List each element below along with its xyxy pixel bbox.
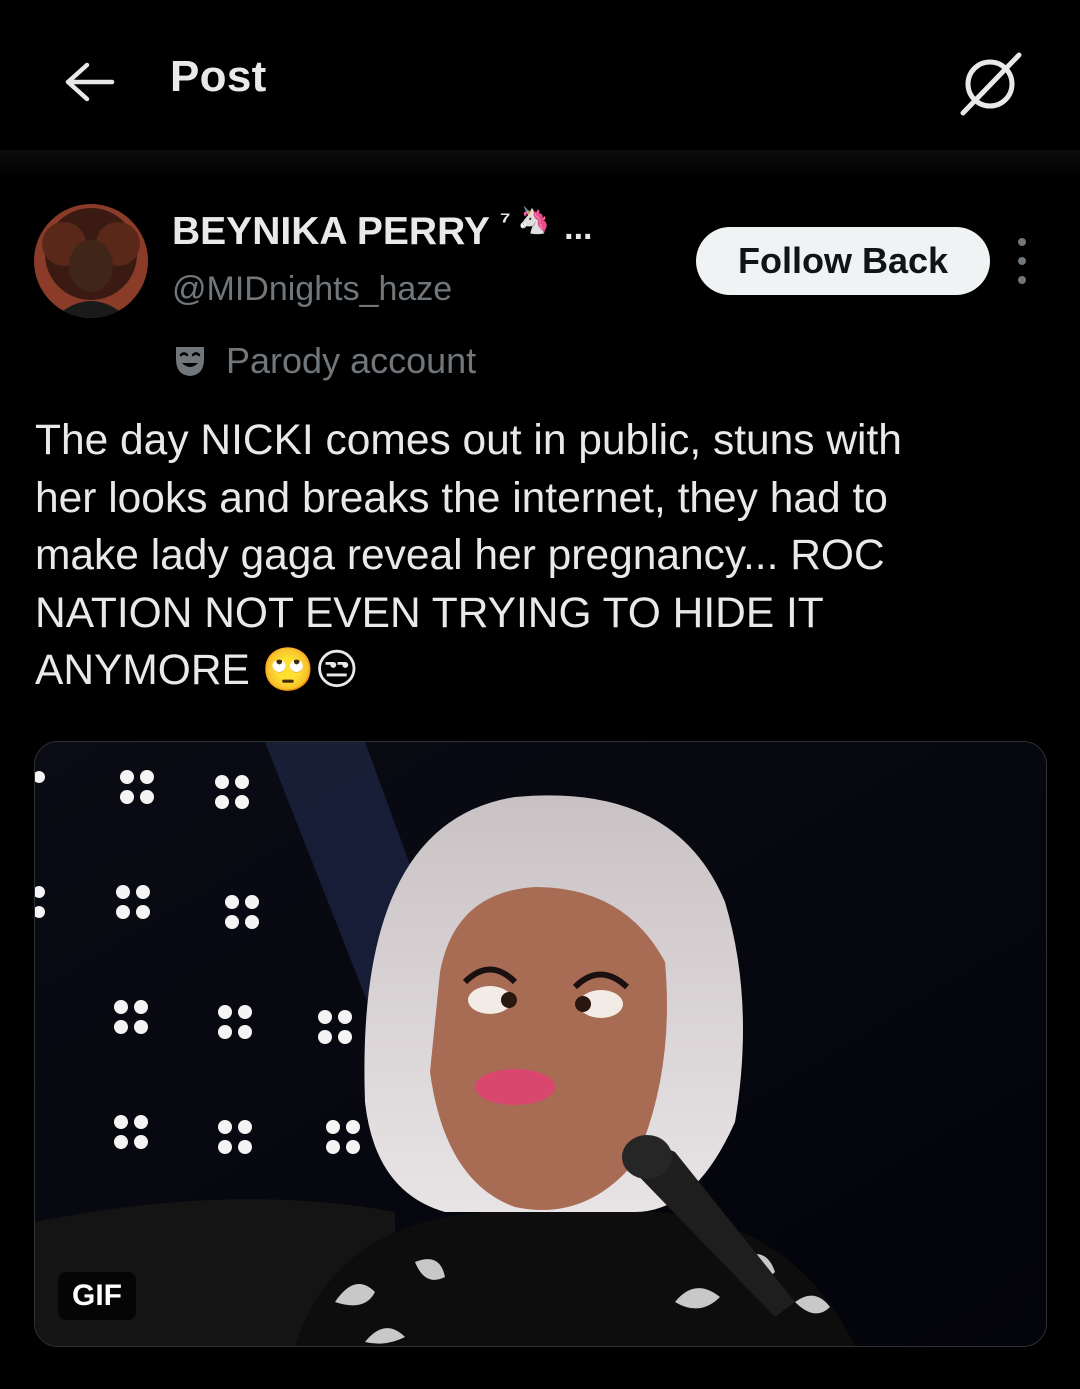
post-text: The day NICKI comes out in public, stuns… [35,417,902,694]
more-options-button[interactable] [1006,238,1038,284]
display-name-ellipsis: ... [564,208,593,247]
parody-label: Parody account [172,340,476,382]
display-name-text: BEYNIKA PERRY [172,210,490,253]
display-name-suffix: ⁷ 🦄 [499,204,551,235]
parody-mask-icon [172,342,210,380]
post-media[interactable] [34,741,1047,1347]
parody-label-text: Parody account [226,340,477,381]
arrow-left-icon [65,62,115,102]
gif-badge: GIF [58,1272,136,1320]
grok-button[interactable] [952,46,1028,122]
grok-icon [960,52,1022,116]
page-title: Post [170,52,267,101]
user-handle[interactable]: @MIDnights_haze [172,270,452,309]
more-vertical-icon [1018,238,1026,246]
top-bar-divider [0,150,1080,180]
avatar-image [34,204,148,318]
top-bar [0,0,1080,165]
back-button[interactable] [62,54,118,110]
follow-back-button[interactable]: Follow Back [696,227,990,295]
avatar[interactable] [34,204,148,318]
gif-image [35,742,1046,1346]
display-name[interactable]: BEYNIKA PERRY ⁷ 🦄 ... [172,205,593,254]
